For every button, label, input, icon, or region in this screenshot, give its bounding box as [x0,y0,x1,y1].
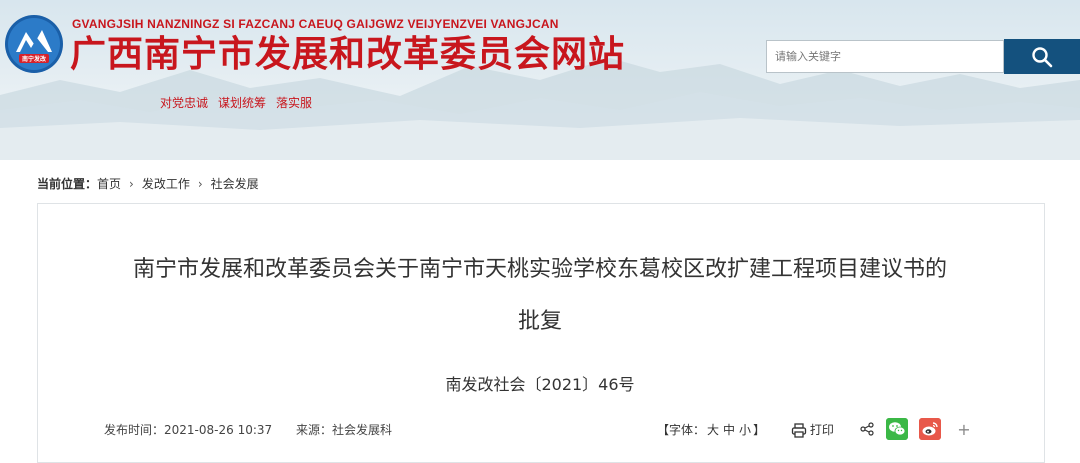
breadcrumb-home[interactable]: 首页 [97,177,121,191]
site-title-pinyin: GVANGJSIH NANZNINGZ SI FAZCANJ CAEUQ GAI… [72,17,559,31]
font-medium-button[interactable]: 中 [723,423,735,437]
font-size-open: 【字体： [657,422,706,437]
publish-time: 2021-08-26 10:37 [164,423,273,437]
article-title: 南宁市发展和改革委员会关于南宁市天桃实验学校东葛校区改扩建工程项目建议书的 [132,257,947,282]
breadcrumb-separator: › [129,177,134,191]
motto-item: 谋划统筹 [218,96,267,110]
search-button[interactable] [1004,39,1080,74]
breadcrumb-social-development[interactable]: 社会发展 [211,177,259,191]
breadcrumb-fagai-work[interactable]: 发改工作 [142,177,190,191]
source-label: 来源： [295,423,332,437]
breadcrumb-separator: › [197,177,203,191]
print-button[interactable]: 打印 [791,421,834,438]
site-title[interactable]: 广西南宁市发展和改革委员会网站 [70,33,625,77]
logo-emblem-icon[interactable]: 南宁发改 [4,14,64,74]
article-tools: 【字体：大中小】 打印 + [657,418,971,440]
publish-label: 发布时间： [104,423,165,437]
breadcrumb-label: 当前位置： [37,177,98,191]
motto-item: 对党忠诚 [160,96,209,110]
source-value: 社会发展科 [332,423,393,437]
weibo-icon[interactable] [919,418,942,440]
font-size-close: 】 [753,422,766,437]
article-meta: 发布时间：2021-08-26 10:37 来源：社会发展科 [104,421,392,438]
article-title-continued: 批复 [517,309,562,334]
print-icon [791,422,807,438]
wechat-icon[interactable] [885,418,908,440]
font-large-button[interactable]: 大 [707,423,719,437]
document-number: 南发改社会〔2021〕46号 [445,375,635,394]
motto-item: 落实服 [276,96,313,110]
motto: 对党忠诚 谋划统筹 落实服 [160,94,322,111]
breadcrumb: 当前位置：首页 › 发改工作 › 社会发展 [37,175,259,192]
search-input[interactable] [766,40,1004,73]
more-share-button[interactable]: + [957,420,970,439]
print-label: 打印 [809,422,834,437]
site-header: 南宁发改 GVANGJSIH NANZNINGZ SI FAZCANJ CAEU… [0,0,1080,160]
share-icon[interactable] [860,422,874,436]
font-small-button[interactable]: 小 [739,423,751,437]
font-size-controls: 【字体：大中小】 [657,421,765,438]
search-icon [1032,46,1053,67]
logo-text: 南宁发改 [22,55,47,63]
